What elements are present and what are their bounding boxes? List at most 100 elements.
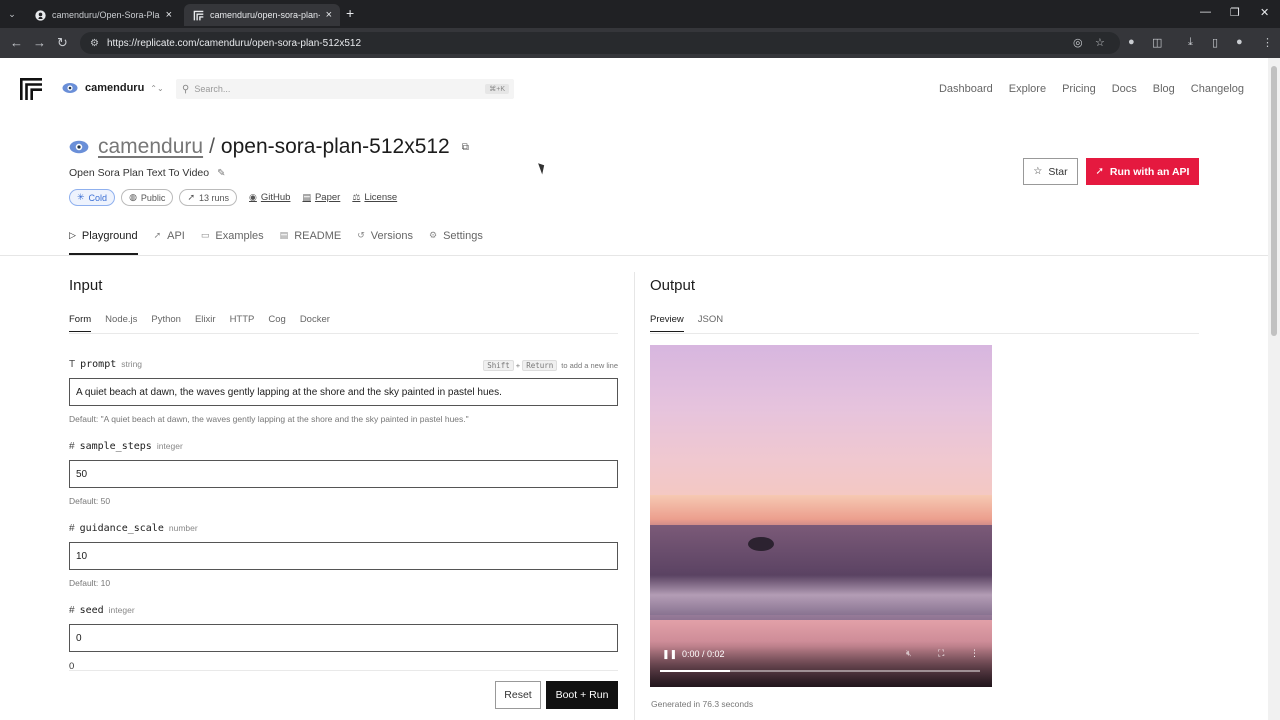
site-info-icon[interactable]: ⚙ [90, 38, 99, 49]
model-name: open-sora-plan-512x512 [220, 135, 450, 158]
tab-label: API [167, 230, 185, 242]
browser-tab-github[interactable]: camenduru/Open-Sora-Plan-js × [26, 4, 180, 26]
nav-dashboard[interactable]: Dashboard [939, 83, 993, 95]
output-title: Output [650, 277, 696, 294]
address-bar[interactable]: ⚙ https://replicate.com/camenduru/open-s… [80, 32, 1120, 54]
subtab-cog[interactable]: Cog [268, 314, 285, 332]
minimize-icon[interactable]: — [1200, 6, 1211, 18]
nav-changelog[interactable]: Changelog [1191, 83, 1244, 95]
tab-playground[interactable]: ▷ Playground [69, 230, 138, 255]
subtab-docker[interactable]: Docker [300, 314, 330, 332]
number-type-icon: # [69, 605, 75, 616]
extension-circle-icon[interactable]: ● [1128, 36, 1135, 48]
more-options-icon[interactable]: ⋮ [970, 648, 979, 659]
tab-examples[interactable]: ▭ Examples [201, 230, 264, 255]
scrollbar[interactable] [1268, 58, 1280, 720]
download-icon[interactable]: ⤓ [1188, 36, 1193, 49]
tab-label: README [294, 230, 342, 242]
guidance-scale-default-hint: Default: 10 [69, 578, 111, 588]
output-video[interactable]: ❚❚ 0:00 / 0:02 🔇︎ ⛶ ⋮ [650, 345, 992, 687]
newline-shortcut-hint: Shift + Return to add a new line [481, 360, 618, 371]
edit-icon[interactable]: ✎ [217, 168, 225, 179]
tab-search-icon[interactable]: ⌄ [4, 6, 20, 22]
search-shortcut: ⌘+K [485, 84, 509, 94]
tab-label: Settings [443, 230, 483, 242]
close-icon[interactable]: × [326, 9, 332, 21]
copy-icon[interactable]: ⧉ [462, 142, 469, 153]
account-switcher[interactable]: camenduru ⌃⌄ [62, 80, 164, 96]
title-separator: / [209, 135, 215, 158]
field-type: string [121, 359, 143, 369]
nav-docs[interactable]: Docs [1112, 83, 1137, 95]
restore-icon[interactable]: ❐ [1230, 6, 1240, 19]
subtab-python[interactable]: Python [151, 314, 181, 332]
video-progress-bar[interactable] [660, 670, 980, 672]
tab-versions[interactable]: ↺ Versions [357, 230, 413, 255]
forward-icon[interactable]: → [33, 35, 46, 50]
subtab-preview[interactable]: Preview [650, 314, 684, 332]
output-subtabs-divider [650, 333, 1199, 334]
prompt-label: T prompt string [69, 359, 142, 370]
nav-blog[interactable]: Blog [1153, 83, 1175, 95]
reset-button[interactable]: Reset [495, 681, 541, 709]
side-panel-icon[interactable]: ▯ [1212, 36, 1218, 49]
star-button[interactable]: ☆ Star [1023, 158, 1078, 185]
guidance-scale-input[interactable]: 10 [69, 542, 618, 570]
rocket-icon: ➚ [1095, 166, 1104, 177]
eye-off-icon[interactable]: ◎ [1073, 36, 1083, 49]
scale-icon: ⚖ [352, 192, 361, 202]
subtab-nodejs[interactable]: Node.js [105, 314, 137, 332]
close-icon[interactable]: × [166, 9, 172, 21]
reload-icon[interactable]: ↻ [57, 35, 68, 51]
new-tab-icon[interactable]: + [346, 5, 354, 21]
mute-icon[interactable]: 🔇︎ [906, 648, 912, 659]
sample-steps-input[interactable]: 50 [69, 460, 618, 488]
return-key: Return [522, 360, 558, 371]
extensions-icon[interactable]: ◫ [1152, 36, 1162, 49]
license-link[interactable]: ⚖ License [352, 192, 397, 203]
menu-icon[interactable]: ⋮ [1262, 36, 1273, 49]
history-icon: ↺ [357, 230, 365, 240]
subtab-json[interactable]: JSON [698, 314, 723, 332]
seed-input[interactable]: 0 [69, 624, 618, 652]
subtab-http[interactable]: HTTP [230, 314, 255, 332]
url-text: https://replicate.com/camenduru/open-sor… [106, 37, 362, 49]
tab-api[interactable]: ➚ API [154, 230, 185, 255]
tab-label: Playground [81, 230, 138, 242]
rocket-icon: ➚ [187, 192, 195, 202]
github-link[interactable]: ◉ GitHub [249, 192, 290, 203]
subtab-form[interactable]: Form [69, 314, 92, 332]
number-type-icon: # [69, 523, 75, 534]
star-label: Star [1048, 165, 1068, 178]
nav-pricing[interactable]: Pricing [1062, 83, 1096, 95]
browser-tab-replicate[interactable]: camenduru/open-sora-plan-51 × [184, 4, 340, 26]
pause-icon[interactable]: ❚❚ [662, 649, 677, 660]
tab-readme[interactable]: ▤ README [280, 230, 342, 255]
back-icon[interactable]: ← [10, 35, 23, 50]
owner-link[interactable]: camenduru [98, 135, 203, 159]
boot-run-button[interactable]: Boot + Run [546, 681, 618, 709]
prompt-input[interactable]: A quiet beach at dawn, the waves gently … [69, 378, 618, 406]
nav-explore[interactable]: Explore [1009, 83, 1046, 95]
browser-tab-bar: ⌄ camenduru/Open-Sora-Plan-js × camendur… [0, 0, 1280, 28]
field-type: number [168, 523, 198, 533]
replicate-logo[interactable] [20, 78, 42, 100]
search-input[interactable]: ⚲ Search... ⌘+K [176, 79, 514, 99]
subtab-elixir[interactable]: Elixir [195, 314, 216, 332]
scrollbar-thumb[interactable] [1271, 66, 1277, 336]
account-name: camenduru [85, 82, 145, 94]
status-badge: ✳ Cold [69, 189, 116, 206]
paper-link[interactable]: ▤ Paper [302, 192, 340, 203]
tab-settings[interactable]: ⚙ Settings [429, 230, 483, 255]
input-subtabs-divider [69, 333, 618, 334]
runs-badge[interactable]: ➚ 13 runs [179, 189, 238, 206]
profile-icon[interactable]: ● [1236, 36, 1243, 48]
window-close-icon[interactable]: ✕ [1260, 6, 1269, 19]
paper-label: Paper [314, 192, 341, 203]
video-progress-fill [660, 670, 731, 672]
run-with-api-button[interactable]: ➚ Run with an API [1086, 158, 1199, 185]
runs-label: 13 runs [198, 192, 230, 203]
document-icon: ▤ [302, 192, 311, 202]
bookmark-star-icon[interactable]: ☆ [1095, 36, 1105, 49]
fullscreen-icon[interactable]: ⛶ [938, 648, 944, 659]
